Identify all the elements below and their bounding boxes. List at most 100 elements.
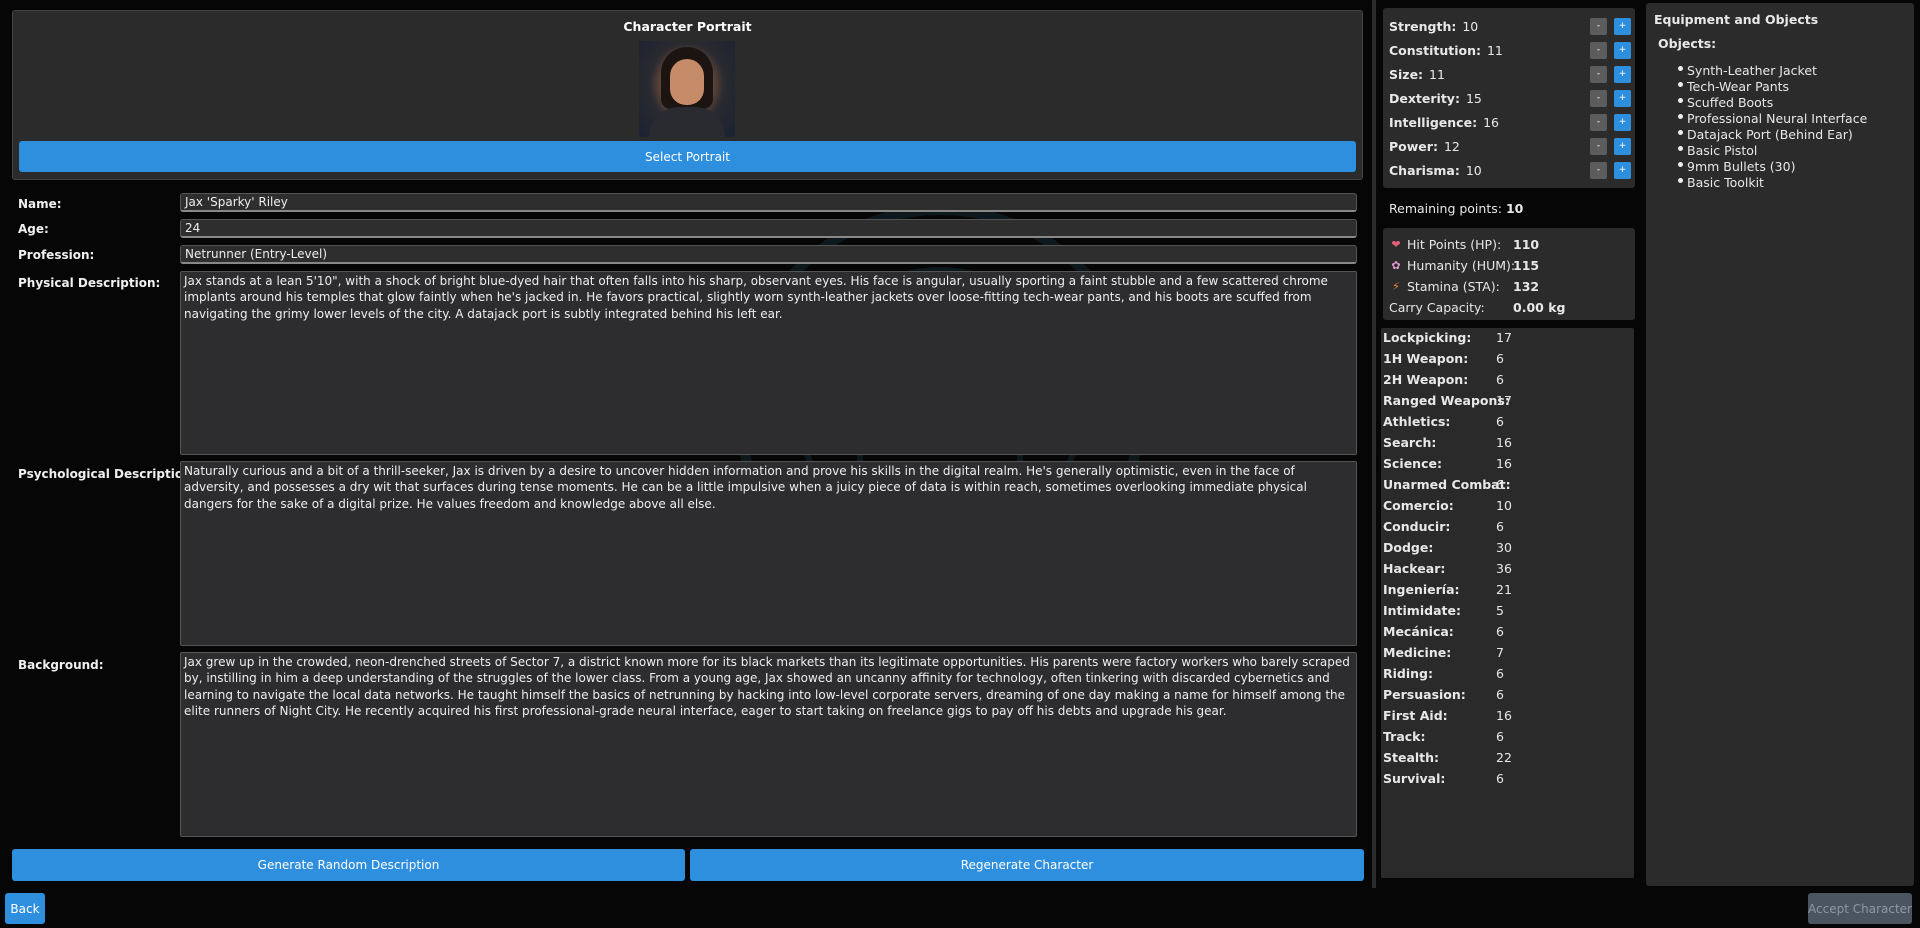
increase-power-button[interactable]: + xyxy=(1614,137,1631,155)
decrease-size-button[interactable]: - xyxy=(1590,65,1607,83)
bullet-icon xyxy=(1678,130,1683,135)
profession-field[interactable]: Netrunner (Entry-Level) xyxy=(180,245,1357,264)
decrease-charisma-button[interactable]: - xyxy=(1590,161,1607,179)
skill-value: 6 xyxy=(1496,476,1504,492)
skill-label: First Aid: xyxy=(1383,707,1448,723)
attribute-row-power: Power: 12 - + xyxy=(1389,136,1631,156)
bullet-icon xyxy=(1678,146,1683,151)
list-item: Basic Toolkit xyxy=(1678,174,1764,190)
skill-label: Comercio: xyxy=(1383,497,1454,513)
stat-value: 115 xyxy=(1513,257,1540,273)
stat-row-stamina: ⚡ Stamina (STA): 132 xyxy=(1389,277,1629,295)
stat-value: 132 xyxy=(1513,278,1540,294)
equipment-item-label: 9mm Bullets (30) xyxy=(1687,158,1796,174)
skill-label: Hackear: xyxy=(1383,560,1446,576)
attribute-value: 10 xyxy=(1465,162,1482,178)
skill-label: Conducir: xyxy=(1383,518,1451,534)
skill-value: 21 xyxy=(1496,581,1512,597)
attribute-value: 12 xyxy=(1443,138,1460,154)
skill-label: Mecánica: xyxy=(1383,623,1454,639)
skill-row: Persuasion: 6 xyxy=(1383,685,1504,703)
portrait-title: Character Portrait xyxy=(623,19,752,34)
decrease-strength-button[interactable]: - xyxy=(1590,17,1607,35)
list-item: Synth-Leather Jacket xyxy=(1678,62,1817,78)
skill-value: 16 xyxy=(1496,434,1512,450)
generate-random-description-button[interactable]: Generate Random Description xyxy=(12,849,685,881)
decrease-constitution-button[interactable]: - xyxy=(1590,41,1607,59)
bullet-icon xyxy=(1678,114,1683,119)
skill-row: Search: 16 xyxy=(1383,433,1512,451)
physical-description-label: Physical Description: xyxy=(18,276,161,290)
stat-row-hp: ❤ Hit Points (HP): 110 xyxy=(1389,235,1629,253)
physical-description-field[interactable]: Jax stands at a lean 5'10", with a shock… xyxy=(180,271,1357,455)
skill-value: 6 xyxy=(1496,686,1504,702)
remaining-points-label: Remaining points: xyxy=(1389,201,1502,216)
attribute-label: Dexterity: xyxy=(1389,90,1460,106)
age-label: Age: xyxy=(18,222,49,236)
list-item: Datajack Port (Behind Ear) xyxy=(1678,126,1853,142)
select-portrait-button[interactable]: Select Portrait xyxy=(19,141,1356,172)
equipment-item-label: Basic Pistol xyxy=(1687,142,1758,158)
equipment-title: Equipment and Objects xyxy=(1654,12,1819,27)
character-portrait-image xyxy=(639,41,735,137)
stat-row-humanity: ✿ Humanity (HUM): 115 xyxy=(1389,256,1629,274)
skill-label: Persuasion: xyxy=(1383,686,1466,702)
stat-label: Stamina (STA): xyxy=(1407,278,1500,294)
equipment-item-label: Professional Neural Interface xyxy=(1687,110,1868,126)
increase-strength-button[interactable]: + xyxy=(1614,17,1631,35)
attribute-label: Intelligence: xyxy=(1389,114,1478,130)
increase-constitution-button[interactable]: + xyxy=(1614,41,1631,59)
accept-character-button[interactable]: Accept Character xyxy=(1808,893,1912,924)
remaining-points: Remaining points: 10 xyxy=(1389,201,1523,216)
name-field[interactable]: Jax 'Sparky' Riley xyxy=(180,193,1357,212)
equipment-panel: Equipment and Objects Objects: Synth-Lea… xyxy=(1646,3,1914,886)
attribute-row-size: Size: 11 - + xyxy=(1389,64,1631,84)
skill-row: Conducir: 6 xyxy=(1383,517,1504,535)
skill-value: 6 xyxy=(1496,728,1504,744)
regenerate-character-button[interactable]: Regenerate Character xyxy=(690,849,1364,881)
skill-label: 1H Weapon: xyxy=(1383,350,1469,366)
background-label: Background: xyxy=(18,658,104,672)
equipment-item-label: Synth-Leather Jacket xyxy=(1687,62,1817,78)
skill-row: Mecánica: 6 xyxy=(1383,622,1504,640)
decrease-power-button[interactable]: - xyxy=(1590,137,1607,155)
skill-row: Comercio: 10 xyxy=(1383,496,1512,514)
skill-label: Riding: xyxy=(1383,665,1433,681)
skill-row: Hackear: 36 xyxy=(1383,559,1512,577)
bullet-icon xyxy=(1678,66,1683,71)
decrease-intelligence-button[interactable]: - xyxy=(1590,113,1607,131)
skill-label: Stealth: xyxy=(1383,749,1440,765)
decrease-dexterity-button[interactable]: - xyxy=(1590,89,1607,107)
skill-label: Search: xyxy=(1383,434,1437,450)
skill-value: 6 xyxy=(1496,350,1504,366)
skill-row: Intimidate: 5 xyxy=(1383,601,1504,619)
skill-label: Science: xyxy=(1383,455,1442,471)
skill-label: Track: xyxy=(1383,728,1426,744)
list-item: Scuffed Boots xyxy=(1678,94,1773,110)
background-field[interactable]: Jax grew up in the crowded, neon-drenche… xyxy=(180,652,1357,837)
psychological-description-field[interactable]: Naturally curious and a bit of a thrill-… xyxy=(180,461,1357,646)
increase-charisma-button[interactable]: + xyxy=(1614,161,1631,179)
attribute-value: 11 xyxy=(1429,66,1445,82)
stat-label: Hit Points (HP): xyxy=(1407,236,1502,252)
derived-stats-panel: ❤ Hit Points (HP): 110 ✿ Humanity (HUM):… xyxy=(1383,228,1635,320)
attribute-row-constitution: Constitution: 11 - + xyxy=(1389,40,1631,60)
skill-row: Science: 16 xyxy=(1383,454,1512,472)
skill-row: First Aid: 16 xyxy=(1383,706,1512,724)
increase-dexterity-button[interactable]: + xyxy=(1614,89,1631,107)
attribute-value: 15 xyxy=(1465,90,1482,106)
attribute-value: 16 xyxy=(1483,114,1499,130)
skill-value: 17 xyxy=(1496,392,1512,408)
attribute-label: Constitution: xyxy=(1389,42,1481,58)
attribute-label: Size: xyxy=(1389,66,1424,82)
skill-value: 6 xyxy=(1496,371,1504,387)
skill-row: Track: 6 xyxy=(1383,727,1504,745)
attribute-row-dexterity: Dexterity: 15 - + xyxy=(1389,88,1631,108)
back-button[interactable]: Back xyxy=(5,893,45,924)
age-field[interactable]: 24 xyxy=(180,219,1357,238)
stat-row-carry-capacity: Carry Capacity: 0.00 kg xyxy=(1389,298,1629,316)
increase-intelligence-button[interactable]: + xyxy=(1614,113,1631,131)
skill-value: 6 xyxy=(1496,665,1504,681)
increase-size-button[interactable]: + xyxy=(1614,65,1631,83)
skill-label: Unarmed Combat: xyxy=(1383,476,1511,492)
